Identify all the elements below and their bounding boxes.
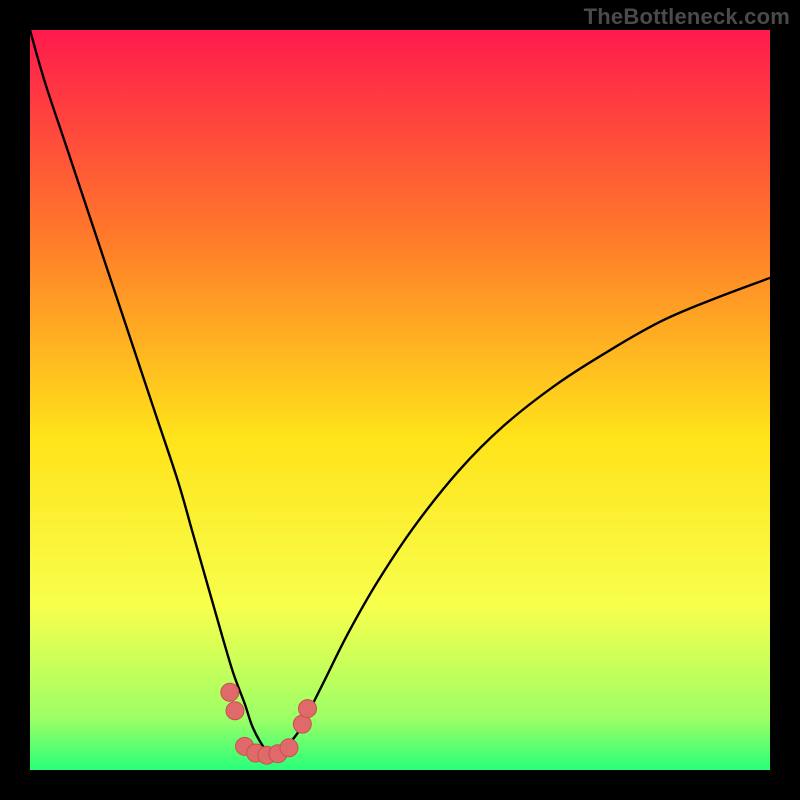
chart-frame: TheBottleneck.com bbox=[0, 0, 800, 800]
curve-right bbox=[274, 278, 770, 758]
data-marker bbox=[221, 683, 239, 701]
data-marker bbox=[299, 700, 317, 718]
curve-left bbox=[30, 30, 274, 757]
watermark-text: TheBottleneck.com bbox=[584, 4, 790, 30]
data-marker bbox=[226, 702, 244, 720]
plot-area bbox=[30, 30, 770, 770]
marker-group bbox=[221, 683, 317, 764]
data-marker bbox=[280, 739, 298, 757]
chart-svg bbox=[30, 30, 770, 770]
